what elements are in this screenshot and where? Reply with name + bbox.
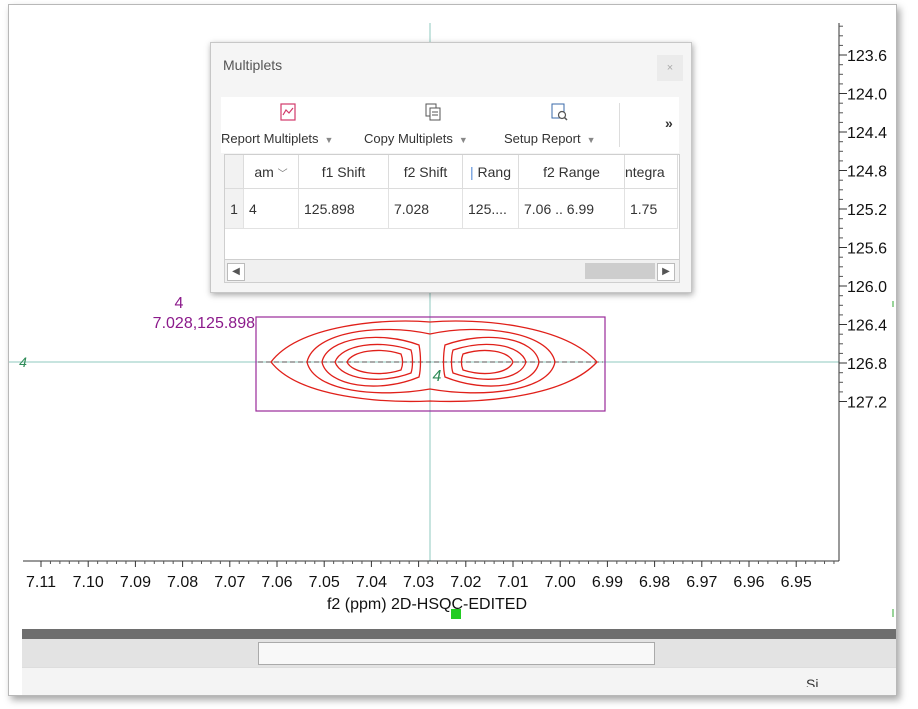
chevron-down-icon: ▼ [458,135,468,145]
y-tick-label: 126.8 [847,356,887,373]
cell-name[interactable]: 4 [243,188,299,229]
range-scroll-panel [22,639,896,667]
report-multiplets-button[interactable]: Report Multiplets ▼ [221,101,351,151]
cell-f2-shift[interactable]: 7.028 [388,188,463,229]
x-tick-label: 6.97 [686,574,717,591]
x-tick-label: 7.01 [497,574,528,591]
col-header-f2-shift[interactable]: f2 Shift [388,155,463,189]
x-tick-label: 7.04 [356,574,387,591]
peak-coordinates-label: 7.028,125.898 [152,315,255,332]
x-tick-label: 7.10 [73,574,104,591]
x-tick-label: 7.07 [214,574,245,591]
y-tick-label: 124.8 [847,164,887,181]
setup-report-label: Setup Report [504,131,581,146]
left-peak-marker: 4 [19,354,27,370]
y-tick-label: 126.0 [847,279,887,296]
chevron-down-icon: ▼ [586,135,596,145]
col-header-integral[interactable]: ntegra [624,155,678,189]
y-tick-label: 124.0 [847,87,887,104]
range-slider-thumb[interactable] [258,642,655,665]
x-axis-ticks: 7.11 7.10 7.09 7.08 7.07 7.06 7.05 7.04 7.03 7.02… [26,561,835,591]
toolbar-overflow-button[interactable]: » [665,115,673,131]
col-header-f1-shift[interactable]: f1 Shift [298,155,389,189]
green-marker[interactable] [451,609,461,619]
y-tick-label: 125.2 [847,202,887,219]
x-tick-label: 6.95 [781,574,812,591]
multiplets-table: am ﹀ f1 Shift f2 Shift | Rang f2 Range n… [224,154,680,283]
row-index-header [225,155,244,189]
close-button[interactable]: × [657,55,683,81]
cell-f1-range[interactable]: 125.... [462,188,519,229]
x-tick-label: 6.99 [592,574,623,591]
x-tick-label: 7.00 [545,574,576,591]
y-tick-label: 127.2 [847,395,887,412]
peak-number-label: 4 [174,295,184,312]
scrollbar-thumb[interactable] [585,263,655,279]
x-tick-label: 7.06 [261,574,292,591]
x-tick-label: 6.98 [639,574,670,591]
x-axis-label: f2 (ppm) 2D-HSQC-EDITED [327,596,527,613]
row-index: 1 [225,188,244,229]
dialog-title: Multiplets [223,57,283,73]
dialog-toolbar: Report Multiplets ▼ Copy Multiplets ▼ Setu… [221,97,679,153]
cell-integral[interactable]: 1.75 [624,188,678,229]
multiplets-dialog: Multiplets × Report Multiplets ▼ Copy Mul… [210,42,692,293]
copy-icon [425,103,441,121]
panel-divider [22,629,896,639]
col-header-name[interactable]: am ﹀ [243,155,299,189]
peak-contours[interactable] [270,320,598,403]
scroll-right-icon[interactable]: ▶ [657,263,675,281]
y-tick-label: 124.4 [847,125,887,142]
x-tick-label: 7.05 [309,574,340,591]
cut-off-label: Si… [806,676,833,687]
table-header-row: am ﹀ f1 Shift f2 Shift | Rang f2 Range n… [225,155,678,189]
y-tick-label: 123.6 [847,48,887,65]
x-tick-label: 7.09 [120,574,151,591]
report-multiplets-label: Report Multiplets [221,131,319,146]
col-header-f1-range[interactable]: | Rang [462,155,519,189]
table-row[interactable]: 1 4 125.898 7.028 125.... 7.06 .. 6.99 1… [225,188,678,229]
copy-multiplets-button[interactable]: Copy Multiplets ▼ [364,101,488,151]
setup-report-button[interactable]: Setup Report ▼ [504,101,614,151]
peak-center-label: 4 [433,368,442,385]
copy-multiplets-label: Copy Multiplets [364,131,453,146]
table-horizontal-scrollbar[interactable]: ◀ ▶ [225,259,679,282]
x-tick-label: 7.08 [167,574,198,591]
y-tick-label: 126.4 [847,318,887,335]
toolbar-separator [619,103,620,147]
x-tick-label: 6.96 [733,574,764,591]
report-icon [280,103,296,121]
spectrum-window: 123.6 124.0 124.4 124.8 125.2 125.6 126.0 126.4… [8,4,897,696]
x-tick-label: 7.03 [403,574,434,591]
cell-f2-range[interactable]: 7.06 .. 6.99 [518,188,625,229]
cell-f1-shift[interactable]: 125.898 [298,188,389,229]
chevron-down-icon: ▼ [324,135,334,145]
y-tick-label: 125.6 [847,241,887,258]
x-tick-label: 7.02 [450,574,481,591]
sort-chevron-icon: ﹀ [277,168,288,180]
y-axis-ticks: 123.6 124.0 124.4 124.8 125.2 125.6 126.0 126.4… [839,25,887,412]
x-tick-label: 7.11 [26,574,56,591]
scroll-left-icon[interactable]: ◀ [227,263,245,281]
setup-report-icon [551,103,568,121]
bottom-strip [22,667,896,695]
col-header-f2-range[interactable]: f2 Range [518,155,625,189]
